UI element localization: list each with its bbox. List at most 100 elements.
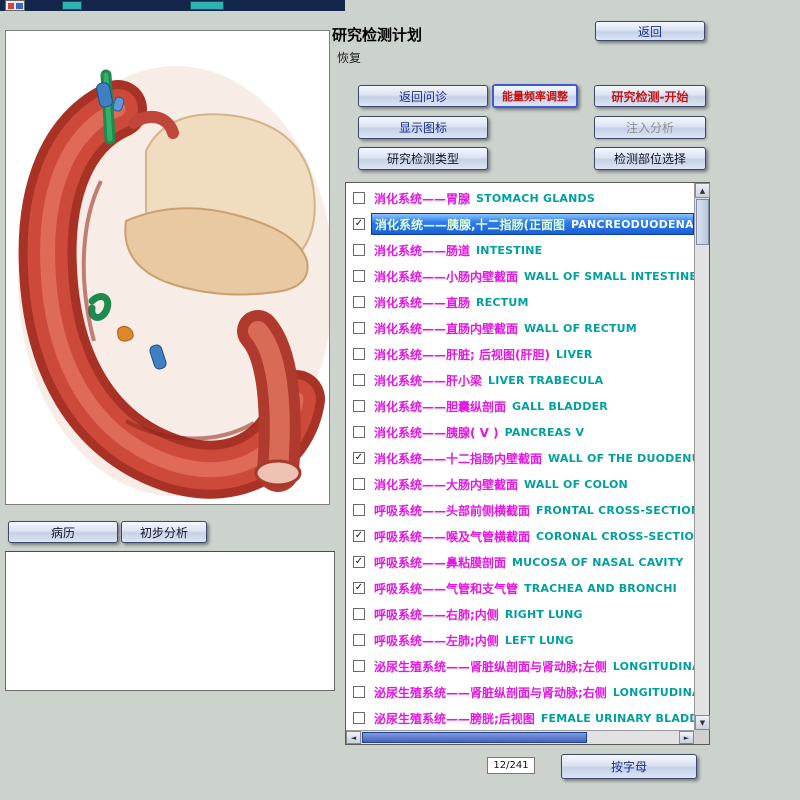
list-item[interactable]: ✓ 消化系统——胰腺,十二指肠(正面图 PANCREODUODENAL ZONE; … xyxy=(346,211,694,237)
list-item-chinese-text: 消化系统——直肠内壁截面 xyxy=(374,320,518,337)
list-item-chinese-text: 消化系统——肝小梁 xyxy=(374,372,482,389)
list-item-english-text: PANCREAS V xyxy=(505,426,585,439)
list-item-english-text: PANCREODUODENAL ZONE; front v xyxy=(571,218,694,231)
list-item[interactable]: 呼吸系统——左肺;内侧LEFT LUNG xyxy=(346,627,694,653)
list-item[interactable]: 消化系统——肠道 INTESTINE xyxy=(346,237,694,263)
item-counter: 12/241 xyxy=(487,757,535,774)
part-select-button[interactable]: 检测部位选择 xyxy=(594,147,706,170)
list-item-checkbox[interactable] xyxy=(353,712,365,724)
list-item-checkbox[interactable] xyxy=(353,634,365,646)
horizontal-scroll-thumb[interactable] xyxy=(362,732,587,743)
list-item-checkbox[interactable] xyxy=(353,322,365,334)
list-item-label: 呼吸系统——头部前侧横截面FRONTAL CROSS-SECTION OF HE… xyxy=(371,499,694,521)
list-item-english-text: RIGHT LUNG xyxy=(505,608,583,621)
list-item-checkbox[interactable] xyxy=(353,504,365,516)
list-item-checkbox[interactable]: ✓ xyxy=(353,218,365,230)
list-item-label: 消化系统——胃腺STOMACH GLANDS xyxy=(371,187,694,209)
vertical-scroll-thumb[interactable] xyxy=(696,199,709,245)
list-item-english-text: INTESTINE xyxy=(476,244,542,257)
list-item-checkbox[interactable] xyxy=(353,296,365,308)
list-item-chinese-text: 消化系统——胰腺,十二指肠(正面图 xyxy=(375,216,565,233)
list-item[interactable]: ✓呼吸系统——喉及气管横截面CORONAL CROSS-SECTION OF L… xyxy=(346,523,694,549)
scrollbar-corner xyxy=(694,730,709,744)
list-item[interactable]: 消化系统——胰腺( V ) PANCREAS V xyxy=(346,419,694,445)
list-item-checkbox[interactable] xyxy=(353,478,365,490)
list-item-label: 消化系统——肝小梁 LIVER TRABECULA xyxy=(371,369,694,391)
anatomy-illustration xyxy=(6,31,329,504)
list-item-checkbox[interactable] xyxy=(353,192,365,204)
list-item[interactable]: 泌尿生殖系统——肾脏纵剖面与肾动脉;左侧LONGITUDINAL SECTION… xyxy=(346,653,694,679)
list-item-checkbox[interactable] xyxy=(353,348,365,360)
list-item[interactable]: 消化系统——肝小梁 LIVER TRABECULA xyxy=(346,367,694,393)
list-item-label: 呼吸系统——右肺;内侧RIGHT LUNG xyxy=(371,603,694,625)
list-item-chinese-text: 消化系统——肝脏; 后视图(肝胆) xyxy=(374,346,550,363)
list-item-chinese-text: 呼吸系统——鼻粘膜剖面 xyxy=(374,554,506,571)
list-item-checkbox[interactable] xyxy=(353,608,365,620)
app-icon xyxy=(5,0,25,11)
list-item-english-text: LONGITUDINAL SECTION O xyxy=(613,686,694,699)
list-item-label: 消化系统——大肠内壁截面WALL OF COLON xyxy=(371,473,694,495)
list-item-english-text: FEMALE URINARY BLADDER; rear view xyxy=(541,712,694,725)
list-item-english-text: TRACHEA AND BRONCHI xyxy=(524,582,677,595)
list-item[interactable]: ✓呼吸系统——气管和支气管TRACHEA AND BRONCHI xyxy=(346,575,694,601)
list-item-checkbox[interactable]: ✓ xyxy=(353,556,365,568)
list-item-checkbox[interactable] xyxy=(353,686,365,698)
list-item-english-text: LIVER TRABECULA xyxy=(488,374,603,387)
list-item-checkbox[interactable]: ✓ xyxy=(353,530,365,542)
scroll-right-icon[interactable]: ► xyxy=(679,731,694,744)
app-screen: 研究检测计划 恢复 返回 返回问诊 能量频率调整 研究检测-开始 显示图标 注入… xyxy=(0,0,800,800)
back-inquiry-button[interactable]: 返回问诊 xyxy=(358,85,488,107)
list-item-checkbox[interactable]: ✓ xyxy=(353,582,365,594)
list-item-checkbox[interactable] xyxy=(353,374,365,386)
list-item-chinese-text: 呼吸系统——喉及气管横截面 xyxy=(374,528,530,545)
list-item-label: 泌尿生殖系统——肾脏纵剖面与肾动脉;右侧LONGITUDINAL SECTION… xyxy=(371,681,694,703)
back-button[interactable]: 返回 xyxy=(595,21,705,41)
list-item[interactable]: 消化系统——直肠内壁截面WALL OF RECTUM xyxy=(346,315,694,341)
energy-frequency-button[interactable]: 能量频率调整 xyxy=(492,84,578,108)
list-item-label: 消化系统——十二指肠内壁截面 WALL OF THE DUODENUM xyxy=(371,447,694,469)
list-item-checkbox[interactable]: ✓ xyxy=(353,452,365,464)
research-start-button[interactable]: 研究检测-开始 xyxy=(594,85,706,107)
alphabet-button[interactable]: 按字母 xyxy=(561,754,697,779)
list-item[interactable]: 消化系统——胆囊纵剖面GALL BLADDER xyxy=(346,393,694,419)
list-item[interactable]: 泌尿生殖系统——肾脏纵剖面与肾动脉;右侧LONGITUDINAL SECTION… xyxy=(346,679,694,705)
list-item[interactable]: 消化系统——胃腺STOMACH GLANDS xyxy=(346,185,694,211)
list-item[interactable]: 消化系统——小肠内壁截面WALL OF SMALL INTESTINE xyxy=(346,263,694,289)
list-item-english-text: FRONTAL CROSS-SECTION OF HEAD xyxy=(536,504,694,517)
inject-analysis-button[interactable]: 注入分析 xyxy=(594,116,706,139)
detection-list-rows: 消化系统——胃腺STOMACH GLANDS ✓ 消化系统——胰腺,十二指肠(正面图… xyxy=(346,185,694,730)
list-item[interactable]: 消化系统——肝脏; 后视图(肝胆)LIVER xyxy=(346,341,694,367)
vertical-scrollbar[interactable]: ▲ ▼ xyxy=(694,183,709,730)
scroll-left-icon[interactable]: ◄ xyxy=(346,731,361,744)
show-icons-button[interactable]: 显示图标 xyxy=(358,116,488,139)
list-item[interactable]: 呼吸系统——右肺;内侧RIGHT LUNG xyxy=(346,601,694,627)
list-item[interactable]: 呼吸系统——头部前侧横截面FRONTAL CROSS-SECTION OF HE… xyxy=(346,497,694,523)
list-item-english-text: WALL OF THE DUODENUM xyxy=(548,452,694,465)
list-item-checkbox[interactable] xyxy=(353,660,365,672)
list-item[interactable]: ✓ 消化系统——十二指肠内壁截面 WALL OF THE DUODENUM xyxy=(346,445,694,471)
list-item-checkbox[interactable] xyxy=(353,244,365,256)
list-item-english-text: LONGITUDINAL SECTION O xyxy=(613,660,694,673)
list-item-chinese-text: 消化系统——肠道 xyxy=(374,242,470,259)
notes-area[interactable] xyxy=(5,551,335,691)
horizontal-scrollbar[interactable]: ◄ ► xyxy=(346,730,694,744)
list-item[interactable]: 泌尿生殖系统——膀胱;后视图FEMALE URINARY BLADDER; re… xyxy=(346,705,694,730)
scroll-up-icon[interactable]: ▲ xyxy=(695,183,710,198)
research-type-button[interactable]: 研究检测类型 xyxy=(358,147,488,170)
list-item-chinese-text: 消化系统——十二指肠内壁截面 xyxy=(374,450,542,467)
list-item-label: 呼吸系统——鼻粘膜剖面MUCOSA OF NASAL CAVITY xyxy=(371,551,694,573)
list-item-checkbox[interactable] xyxy=(353,400,365,412)
list-item-label: 泌尿生殖系统——肾脏纵剖面与肾动脉;左侧LONGITUDINAL SECTION… xyxy=(371,655,694,677)
list-item[interactable]: 消化系统——大肠内壁截面WALL OF COLON xyxy=(346,471,694,497)
medical-record-button[interactable]: 病历 xyxy=(8,521,118,543)
scroll-down-icon[interactable]: ▼ xyxy=(695,715,710,730)
list-item[interactable]: 消化系统——直肠RECTUM xyxy=(346,289,694,315)
page-subtitle: 恢复 xyxy=(337,49,361,66)
list-item[interactable]: ✓ 呼吸系统——鼻粘膜剖面MUCOSA OF NASAL CAVITY xyxy=(346,549,694,575)
preliminary-analysis-button[interactable]: 初步分析 xyxy=(121,521,207,543)
list-item-chinese-text: 消化系统——胰腺( V ) xyxy=(374,424,499,441)
list-item-chinese-text: 消化系统——胃腺 xyxy=(374,190,470,207)
detection-listbox: 消化系统——胃腺STOMACH GLANDS ✓ 消化系统——胰腺,十二指肠(正面图… xyxy=(345,182,710,745)
list-item-checkbox[interactable] xyxy=(353,270,365,282)
list-item-checkbox[interactable] xyxy=(353,426,365,438)
